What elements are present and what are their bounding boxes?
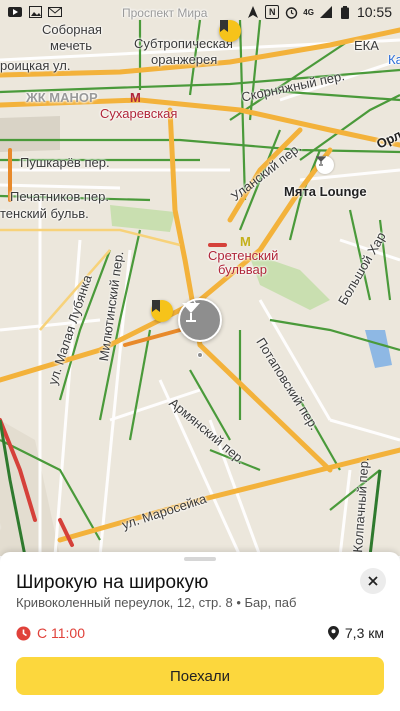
hours-text: С 11:00 bbox=[37, 625, 85, 641]
map-label-mechet: мечеть bbox=[50, 38, 93, 53]
bookmark-pin-icon[interactable] bbox=[151, 300, 173, 322]
map-label-sretenskiy-bulv: тенский бульв. bbox=[0, 206, 89, 221]
signal-icon bbox=[319, 5, 333, 19]
distance: 7,3 км bbox=[327, 625, 384, 641]
map-label-ka: Ка bbox=[388, 52, 400, 67]
distance-text: 7,3 км bbox=[344, 625, 384, 641]
network-label: 4G bbox=[303, 7, 314, 17]
status-time: 10:55 bbox=[356, 4, 392, 20]
selected-location-dot bbox=[197, 352, 203, 358]
battery-icon bbox=[338, 5, 352, 19]
go-button[interactable]: Поехали bbox=[16, 657, 384, 695]
metro-icon-sretenskiy: M bbox=[240, 234, 251, 249]
place-title: Широкую на широкую bbox=[16, 572, 209, 593]
alarm-icon bbox=[284, 5, 298, 19]
cocktail-poi-icon[interactable] bbox=[316, 156, 334, 174]
map-label-subtropicheskaya: Субтропическая bbox=[134, 36, 233, 51]
map-label-pushkarev: Пушкарёв пер. bbox=[20, 155, 110, 170]
screen: Соборная мечеть Проспект Мира Субтропиче… bbox=[0, 0, 400, 711]
map-label-oranzhereya: оранжерея bbox=[151, 52, 218, 67]
map-label-pechatnikov: Печатников пер. bbox=[10, 189, 109, 204]
map-label-sretenskiy-metro: Сретенский bbox=[208, 248, 279, 263]
selected-bar-pin-icon[interactable] bbox=[178, 298, 222, 342]
map-label-bulvar: бульвар bbox=[218, 262, 267, 277]
map-label-sobornaya: Соборная bbox=[42, 22, 102, 37]
place-address: Кривоколенный переулок, 12, стр. 8 • Бар… bbox=[16, 595, 297, 610]
status-bar: N 4G 10:55 bbox=[0, 0, 400, 24]
map[interactable]: Соборная мечеть Проспект Мира Субтропиче… bbox=[0, 0, 400, 556]
navigation-icon bbox=[246, 5, 260, 19]
map-label-sukharevskaya: Сухаревская bbox=[100, 106, 178, 121]
gmail-icon bbox=[48, 5, 62, 19]
map-label-myata-lounge: Мята Lounge bbox=[284, 184, 367, 199]
map-label-troitskaya: роицкая ул. bbox=[0, 58, 71, 73]
close-icon bbox=[368, 576, 378, 586]
location-pin-icon bbox=[327, 626, 339, 640]
close-button[interactable] bbox=[360, 568, 386, 594]
youtube-icon bbox=[8, 5, 22, 19]
place-card[interactable]: Широкую на широкую Кривоколенный переуло… bbox=[0, 552, 400, 711]
n-icon: N bbox=[265, 5, 280, 19]
gallery-icon bbox=[28, 5, 42, 19]
metro-icon-sukharevskaya: M bbox=[130, 90, 141, 105]
clock-icon bbox=[16, 626, 31, 640]
map-label-eka: ЕКА bbox=[354, 38, 379, 53]
map-label-zhk-manor: ЖК МАНОР bbox=[26, 90, 98, 105]
opening-hours: С 11:00 bbox=[16, 625, 85, 641]
sheet-grabber[interactable] bbox=[184, 557, 216, 561]
